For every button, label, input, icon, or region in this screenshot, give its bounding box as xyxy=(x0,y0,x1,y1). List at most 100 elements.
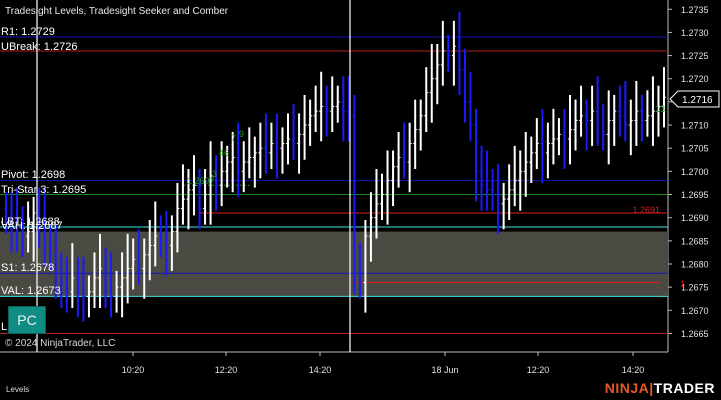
price-bar[interactable] xyxy=(540,108,545,183)
level-label: Pivot: 1.2698 xyxy=(1,169,65,181)
signal-label: 7 xyxy=(231,133,236,143)
level-label: VAH: 1.2687 xyxy=(1,220,63,232)
price-bar[interactable] xyxy=(568,94,572,165)
ninjatrader-logo: NINJA|TRADER xyxy=(605,380,715,396)
price-bar[interactable] xyxy=(579,85,584,137)
level-label: VAL: 1.2673 xyxy=(1,285,61,297)
price-bar[interactable] xyxy=(523,132,528,197)
price-bar[interactable] xyxy=(263,113,268,174)
price-tick-label: 1.2705 xyxy=(681,144,709,154)
price-bar[interactable] xyxy=(252,136,257,188)
price-bar[interactable] xyxy=(551,108,556,165)
price-bar[interactable] xyxy=(534,118,539,170)
price-bar[interactable] xyxy=(291,104,296,160)
price-chart[interactable]: 1.27351.27301.27251.27201.27151.27101.27… xyxy=(0,0,721,400)
price-bar[interactable] xyxy=(479,145,484,211)
price-tick-label: 1.2695 xyxy=(681,190,709,200)
signal-label: 13 xyxy=(655,104,665,114)
price-bar[interactable] xyxy=(319,71,324,142)
price-bar[interactable] xyxy=(617,85,622,137)
price-bar[interactable] xyxy=(269,122,274,170)
price-bar[interactable] xyxy=(435,44,440,105)
price-bar[interactable] xyxy=(662,67,666,128)
price-bar[interactable] xyxy=(286,113,290,165)
current-price-value: 1.2716 xyxy=(682,95,713,106)
price-bar[interactable] xyxy=(545,122,550,179)
price-axis[interactable]: 1.27351.27301.27251.27201.27151.27101.27… xyxy=(668,5,709,339)
price-bar[interactable] xyxy=(302,94,307,160)
price-tick-label: 1.2710 xyxy=(681,121,709,131)
price-bar[interactable] xyxy=(601,104,606,151)
price-bar[interactable] xyxy=(391,150,396,207)
level-label: S1: 1.2678 xyxy=(1,262,54,274)
price-bar[interactable] xyxy=(446,34,451,72)
price-bar[interactable] xyxy=(330,76,335,132)
price-bar[interactable] xyxy=(280,127,285,174)
price-tick-label: 1.2675 xyxy=(681,283,709,293)
price-bar[interactable] xyxy=(407,122,412,193)
price-bar[interactable] xyxy=(402,122,407,179)
price-bar[interactable] xyxy=(501,182,506,230)
price-bar[interactable] xyxy=(529,136,534,183)
price-bar[interactable] xyxy=(413,99,418,170)
time-tick-label: 14:20 xyxy=(309,365,332,375)
time-tick-label: 18 Jun xyxy=(431,365,458,375)
price-bar[interactable] xyxy=(623,81,628,142)
price-bar[interactable] xyxy=(308,99,313,146)
price-bar[interactable] xyxy=(612,94,617,146)
price-tick-label: 1.2680 xyxy=(681,260,709,270)
price-tick-label: 1.2720 xyxy=(681,74,709,84)
time-axis[interactable]: 10:20 12:20 14:20 18 Jun 12:20 14:20 xyxy=(122,352,645,375)
price-bar[interactable] xyxy=(324,85,329,137)
price-bar[interactable] xyxy=(274,113,279,179)
signal-label: 46 xyxy=(219,148,229,158)
price-bar[interactable] xyxy=(639,94,644,142)
signal-label: 1.2691 xyxy=(632,205,660,215)
price-bar[interactable] xyxy=(462,48,467,123)
price-bar[interactable] xyxy=(440,20,445,86)
time-tick-label: 12:20 xyxy=(215,365,238,375)
current-price-tag: 1.2716 xyxy=(669,90,720,108)
price-bar[interactable] xyxy=(562,108,567,170)
signal-label: 1 xyxy=(680,279,685,289)
price-bar[interactable] xyxy=(474,108,478,202)
price-bar[interactable] xyxy=(429,44,434,123)
price-bar[interactable] xyxy=(214,155,219,211)
copyright-text: © 2024 NinjaTrader, LLC xyxy=(5,338,115,349)
price-bar[interactable] xyxy=(512,145,517,207)
price-bar[interactable] xyxy=(556,118,561,156)
price-bar[interactable] xyxy=(341,76,346,142)
price-bar[interactable] xyxy=(335,85,340,123)
price-tick-label: 1.2690 xyxy=(681,213,709,223)
price-bar[interactable] xyxy=(496,164,501,234)
price-bar[interactable] xyxy=(457,11,462,95)
price-tick-label: 1.2735 xyxy=(681,5,709,15)
price-bar[interactable] xyxy=(313,85,318,132)
price-bar[interactable] xyxy=(606,90,611,165)
price-bar[interactable] xyxy=(628,99,633,156)
price-tick-label: 1.2685 xyxy=(681,236,709,246)
price-bar[interactable] xyxy=(507,164,512,220)
price-bar[interactable] xyxy=(490,169,495,211)
price-bar[interactable] xyxy=(634,81,639,146)
price-bar[interactable] xyxy=(374,169,379,239)
price-bar[interactable] xyxy=(424,67,429,132)
price-bar[interactable] xyxy=(584,99,589,151)
price-bar[interactable] xyxy=(451,20,456,86)
price-bar[interactable] xyxy=(468,71,473,142)
price-bar[interactable] xyxy=(418,99,423,151)
price-bar[interactable] xyxy=(247,127,252,179)
level-label: Tri-Star 3: 1.2695 xyxy=(1,184,86,196)
price-bar[interactable] xyxy=(396,132,401,188)
price-bar[interactable] xyxy=(241,141,246,193)
price-bar[interactable] xyxy=(297,113,302,174)
price-bar[interactable] xyxy=(595,76,600,146)
price-bar[interactable] xyxy=(258,122,263,179)
price-tick-label: 1.2670 xyxy=(681,306,709,316)
price-bar[interactable] xyxy=(590,85,595,146)
price-bar[interactable] xyxy=(645,90,650,137)
tab-levels[interactable]: Levels xyxy=(6,385,29,394)
pc-button[interactable]: PC xyxy=(8,306,46,334)
price-bar[interactable] xyxy=(573,99,578,151)
price-tick-label: 1.2700 xyxy=(681,167,709,177)
